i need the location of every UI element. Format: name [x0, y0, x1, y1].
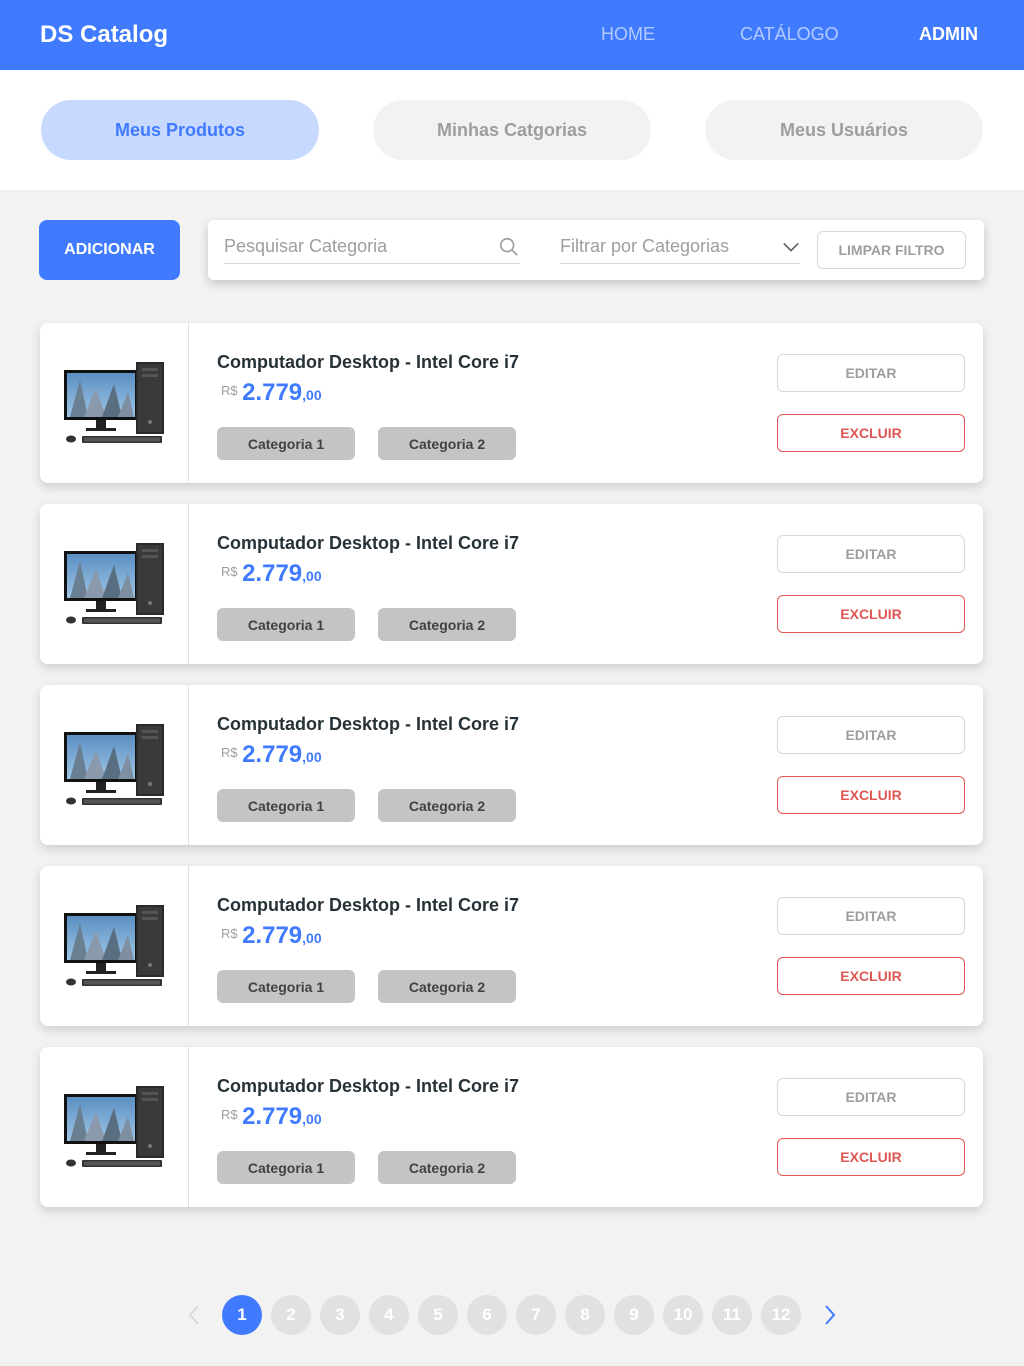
- desktop-computer-image: [64, 1086, 164, 1167]
- desktop-computer-image: [64, 724, 164, 805]
- category-badge: Categoria 2: [378, 789, 516, 822]
- category-badge: Categoria 2: [378, 970, 516, 1003]
- nav-link-home[interactable]: HOME: [601, 24, 655, 45]
- price-currency: R$: [221, 1107, 238, 1122]
- price-integer: 2.779: [242, 1103, 303, 1130]
- edit-button[interactable]: EDITAR: [777, 897, 965, 935]
- product-card: Computador Desktop - Intel Core i7 R$ 2.…: [40, 504, 983, 664]
- page-item-11[interactable]: 11: [712, 1295, 752, 1335]
- category-badge: Categoria 2: [378, 427, 516, 460]
- page-item-6[interactable]: 6: [467, 1295, 507, 1335]
- price-integer: 2.779: [242, 379, 303, 406]
- page-item-4[interactable]: 4: [369, 1295, 409, 1335]
- price-currency: R$: [221, 564, 238, 579]
- add-button[interactable]: ADICIONAR: [39, 220, 180, 280]
- product-card: Computador Desktop - Intel Core i7 R$ 2.…: [40, 685, 983, 845]
- tab-minhas-categorias[interactable]: Minhas Catgorias: [373, 100, 651, 160]
- edit-button[interactable]: EDITAR: [777, 716, 965, 754]
- search-icon[interactable]: [498, 236, 520, 258]
- delete-button[interactable]: EXCLUIR: [777, 414, 965, 452]
- category-badge: Categoria 2: [378, 608, 516, 641]
- price-currency: R$: [221, 745, 238, 760]
- product-image: [40, 1047, 189, 1207]
- tab-meus-produtos[interactable]: Meus Produtos: [41, 100, 319, 160]
- desktop-computer-image: [64, 543, 164, 624]
- product-image: [40, 323, 189, 483]
- category-badge: Categoria 1: [217, 789, 355, 822]
- tab-meus-usuarios[interactable]: Meus Usuários: [705, 100, 983, 160]
- navbar: DS Catalog HOME CATÁLOGO ADMIN: [0, 0, 1024, 70]
- product-price: R$ 2.779,00: [221, 922, 322, 950]
- product-card: Computador Desktop - Intel Core i7 R$ 2.…: [40, 1047, 983, 1207]
- category-badge: Categoria 1: [217, 608, 355, 641]
- category-placeholder: Filtrar por Categorias: [560, 236, 730, 256]
- chevron-down-icon: [783, 242, 799, 252]
- chevron-left-icon[interactable]: [182, 1303, 206, 1327]
- page-item-7[interactable]: 7: [516, 1295, 556, 1335]
- price-decimal: ,00: [302, 387, 322, 403]
- product-price: R$ 2.779,00: [221, 741, 322, 769]
- product-price: R$ 2.779,00: [221, 379, 322, 407]
- price-integer: 2.779: [242, 741, 303, 768]
- delete-button[interactable]: EXCLUIR: [777, 1138, 965, 1176]
- search-input[interactable]: Pesquisar Categoria: [224, 234, 520, 264]
- page-item-10[interactable]: 10: [663, 1295, 703, 1335]
- category-select[interactable]: Filtrar por Categorias: [560, 234, 800, 264]
- brand-logo[interactable]: DS Catalog: [40, 21, 168, 49]
- price-decimal: ,00: [302, 568, 322, 584]
- delete-button[interactable]: EXCLUIR: [777, 595, 965, 633]
- product-name: Computador Desktop - Intel Core i7: [217, 714, 520, 734]
- delete-button[interactable]: EXCLUIR: [777, 957, 965, 995]
- price-decimal: ,00: [302, 930, 322, 946]
- category-badge: Categoria 1: [217, 1151, 355, 1184]
- price-integer: 2.779: [242, 922, 303, 949]
- clear-filter-button[interactable]: LIMPAR FILTRO: [817, 231, 966, 269]
- desktop-computer-image: [64, 905, 164, 986]
- category-badge: Categoria 1: [217, 427, 355, 460]
- price-decimal: ,00: [302, 1111, 322, 1127]
- product-image: [40, 504, 189, 664]
- delete-button[interactable]: EXCLUIR: [777, 776, 965, 814]
- page-item-12[interactable]: 12: [761, 1295, 801, 1335]
- chevron-right-icon[interactable]: [818, 1303, 842, 1327]
- pagination: 1 2 3 4 5 6 7 8 9 10 11 12: [0, 1295, 1024, 1335]
- nav-link-admin[interactable]: ADMIN: [919, 24, 978, 45]
- product-card: Computador Desktop - Intel Core i7 R$ 2.…: [40, 866, 983, 1026]
- category-badge: Categoria 2: [378, 1151, 516, 1184]
- product-image: [40, 866, 189, 1026]
- price-currency: R$: [221, 383, 238, 398]
- product-card: Computador Desktop - Intel Core i7 R$ 2.…: [40, 323, 983, 483]
- product-price: R$ 2.779,00: [221, 560, 322, 588]
- product-price: R$ 2.779,00: [221, 1103, 322, 1131]
- search-placeholder: Pesquisar Categoria: [224, 236, 388, 256]
- product-name: Computador Desktop - Intel Core i7: [217, 352, 520, 372]
- desktop-computer-image: [64, 362, 164, 443]
- edit-button[interactable]: EDITAR: [777, 1078, 965, 1116]
- filter-box: Pesquisar Categoria Filtrar por Categori…: [208, 220, 984, 280]
- product-name: Computador Desktop - Intel Core i7: [217, 895, 520, 915]
- price-decimal: ,00: [302, 749, 322, 765]
- nav-link-catalog[interactable]: CATÁLOGO: [740, 24, 839, 45]
- category-badge: Categoria 1: [217, 970, 355, 1003]
- product-name: Computador Desktop - Intel Core i7: [217, 533, 520, 553]
- price-currency: R$: [221, 926, 238, 941]
- edit-button[interactable]: EDITAR: [777, 535, 965, 573]
- edit-button[interactable]: EDITAR: [777, 354, 965, 392]
- product-name: Computador Desktop - Intel Core i7: [217, 1076, 520, 1096]
- price-integer: 2.779: [242, 560, 303, 587]
- page-item-1[interactable]: 1: [222, 1295, 262, 1335]
- page-item-2[interactable]: 2: [271, 1295, 311, 1335]
- page-item-8[interactable]: 8: [565, 1295, 605, 1335]
- page-item-9[interactable]: 9: [614, 1295, 654, 1335]
- admin-tabs: Meus Produtos Minhas Catgorias Meus Usuá…: [0, 70, 1024, 190]
- page-item-3[interactable]: 3: [320, 1295, 360, 1335]
- product-image: [40, 685, 189, 845]
- page-item-5[interactable]: 5: [418, 1295, 458, 1335]
